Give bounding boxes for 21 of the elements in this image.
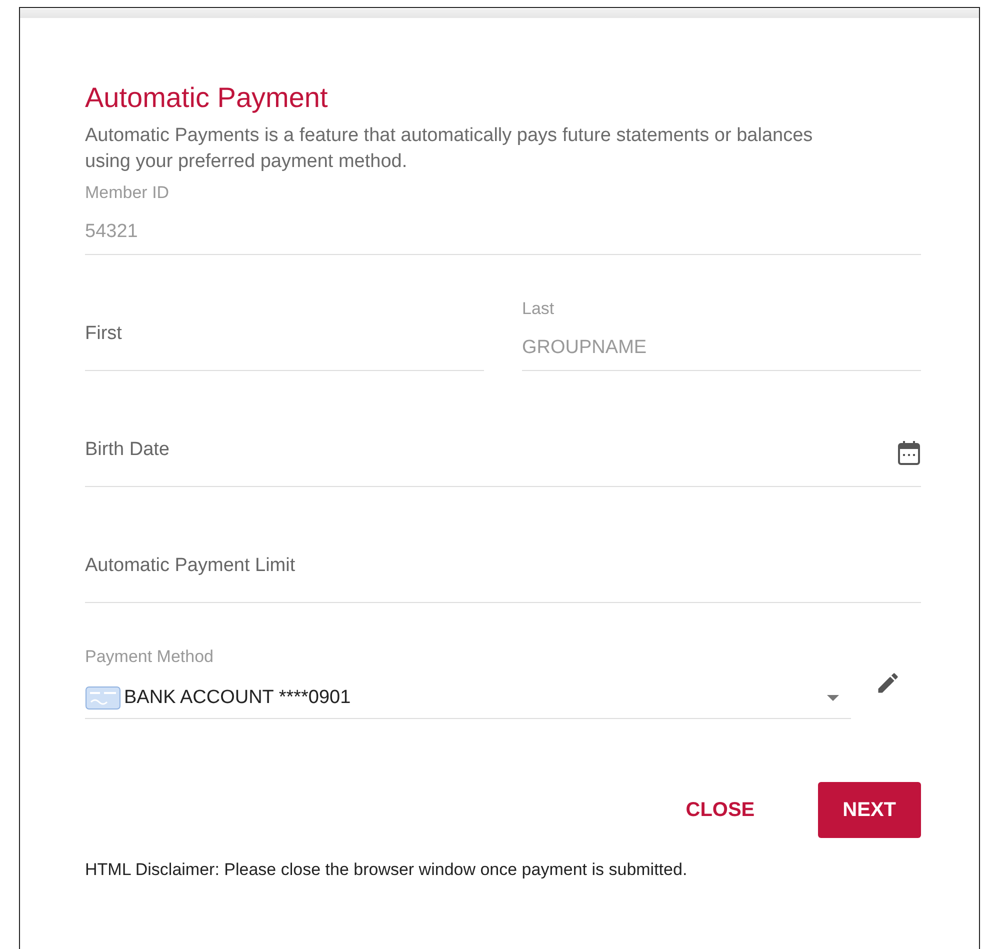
calendar-icon[interactable]	[897, 440, 921, 466]
field-label: Member ID	[85, 183, 170, 203]
payment-method-select[interactable]: Payment Method BANK ACCOUNT ****0901	[85, 647, 851, 719]
close-button[interactable]: CLOSE	[660, 782, 780, 838]
field-label: Automatic Payment Limit	[85, 554, 296, 578]
field-value: 54321	[85, 220, 139, 244]
description-text: Automatic Payments is a feature that automatically pays future statements or balances using your preferred payment method.	[85, 124, 814, 174]
input-field[interactable]: Birth Date	[85, 415, 921, 487]
field-label: First	[85, 322, 122, 346]
field-label: Last	[522, 299, 556, 319]
input-field[interactable]: Automatic Payment Limit	[85, 531, 921, 603]
field-value: GROUPNAME	[522, 336, 648, 360]
dialog-title: Automatic Payment	[85, 81, 329, 115]
field-label: Birth Date	[85, 438, 170, 462]
dropdown-caret-icon	[827, 695, 839, 701]
next-button[interactable]: NEXT	[818, 782, 921, 838]
selected-value: BANK ACCOUNT ****0901	[124, 687, 351, 709]
disclaimer-text: HTML Disclaimer: Please close the browser window once payment is submitted.	[85, 860, 688, 880]
field-label: Payment Method	[85, 647, 215, 667]
card-icon	[85, 686, 121, 710]
input-field[interactable]: First	[85, 299, 484, 371]
